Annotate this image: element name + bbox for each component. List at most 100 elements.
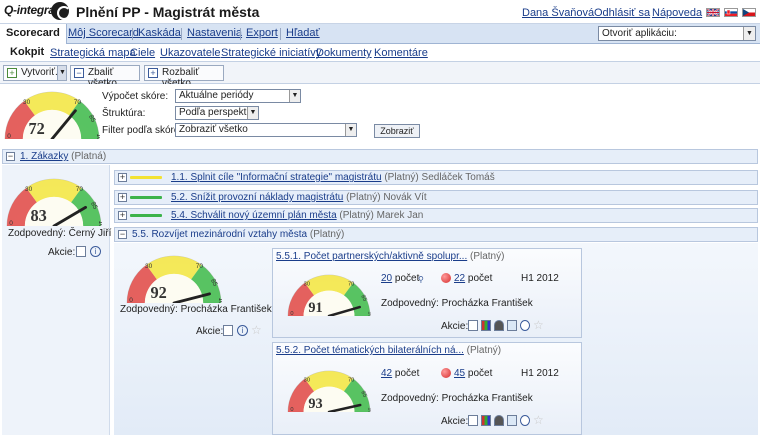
info-icon[interactable]: i [90,246,101,257]
window-icon[interactable] [507,414,517,426]
gauge-tick-label: 100 [367,407,371,412]
gauge-tick-label: 70 [348,281,354,287]
flag-cz-icon[interactable] [742,8,756,17]
expanded-objective-line: 5.5. Rozvíjet mezinárodní vztahy města (… [132,229,345,240]
helmet-icon[interactable] [494,319,504,331]
collapse-all-button[interactable]: − Zbaliť všetko [70,65,140,89]
kpi-actions-label: Akcie: [441,321,469,332]
subtab-cockpit[interactable]: Kokpit [10,46,44,58]
kpi-link[interactable]: 5.5.2. Počet tématických bilaterálních n… [276,345,464,356]
open-app-select[interactable]: Otvoriť aplikáciu: [598,26,756,41]
collapse-icon[interactable]: − [6,152,15,161]
create-dropdown-button[interactable]: ▼ [57,65,67,81]
gauge-tick-label: 30 [25,186,33,193]
gauge-value: 83 [30,206,46,225]
chart-icon[interactable] [481,414,491,426]
objective-line: 1.1. Splnit cíle "Informační strategie" … [171,172,495,183]
gauge-tick-label: 0 [290,407,293,412]
create-button[interactable]: + Vytvoriť... [3,65,65,81]
gauge-value: 91 [308,300,322,316]
expanded-objective-link[interactable]: 5.5. Rozvíjet mezinárodní vztahy města [132,229,307,240]
star-icon[interactable]: ☆ [533,319,544,331]
edit-icon[interactable] [223,325,233,336]
window-icon[interactable] [507,319,517,331]
expand-all-button[interactable]: + Rozbaliť všetko [144,65,224,89]
flag-en-icon[interactable] [706,8,720,17]
kpi-owner: Zodpovedný: Procházka František [381,393,533,404]
edit-icon[interactable] [468,414,478,426]
tab-settings[interactable]: Nastavenia [187,27,242,39]
gauge-tick-label: 30 [23,99,31,106]
edit-icon[interactable] [468,319,478,331]
helmet-icon[interactable] [494,414,504,426]
info-icon[interactable] [520,414,530,426]
subtab-documents[interactable]: Dokumenty [316,47,372,59]
objective-link[interactable]: 1.1. Splnit cíle "Informační strategie" … [171,172,382,183]
chevron-down-icon: ▼ [345,124,356,136]
kpi-actions-label: Akcie: [441,416,469,427]
subtab-comments[interactable]: Komentáre [374,47,428,59]
gauge-value: 72 [28,119,44,138]
gauge-tick-label: 100 [95,134,100,139]
flag-sk-icon[interactable] [724,8,738,17]
structure-select[interactable]: Podľa perspektív ▼ [175,106,259,120]
gauge-value: 93 [308,396,322,412]
star-icon[interactable]: ☆ [251,323,262,337]
objective-line: 5.2. Snížit provozní náklady magistrátu … [171,192,427,203]
toolbar: + Vytvoriť... ▼ − Zbaliť všetko + Rozbal… [0,62,760,89]
objective-line: 5.4. Schválit nový územní plán města (Pl… [171,210,424,221]
tab-export[interactable]: Export [246,27,278,39]
chevron-down-icon: ▼ [289,90,300,102]
kpi-score-gauge: 030708510093 [287,370,371,412]
overall-score-gauge: 030708510072 [4,91,100,139]
expand-icon[interactable]: + [118,193,127,202]
score-filter-label: Filter podľa skóre: [102,125,183,136]
chart-icon[interactable] [481,319,491,331]
kpi-owner: Zodpovedný: Procházka František [381,298,533,309]
logo-mark-icon [51,2,71,20]
info-icon[interactable] [520,319,530,331]
key-icon: ⚲ [418,275,424,284]
kpi-link[interactable]: 5.5.1. Počet partnerských/aktivně spolup… [276,251,467,262]
red-status-icon [441,273,451,283]
objective-link[interactable]: 5.4. Schválit nový územní plán města [171,210,337,221]
chevron-down-icon: ▼ [247,107,258,119]
objective-score-gauge: 030708510092 [126,255,222,303]
tab-cascade[interactable]: Kaskáda [138,27,181,39]
subtab-goals[interactable]: Ciele [130,47,155,59]
gauge-tick-label: 70 [196,263,204,270]
subtab-strategy-map[interactable]: Strategická mapa [50,47,136,59]
chevron-down-icon: ▼ [59,69,66,76]
page-title: Plnění PP - Magistrát města [76,4,260,20]
objective-link[interactable]: 5.2. Snížit provozní náklady magistrátu [171,192,343,203]
tab-search[interactable]: Hľadať [286,27,320,39]
help-link[interactable]: Nápoveda [652,7,702,19]
star-icon[interactable]: ☆ [533,414,544,426]
score-calc-select[interactable]: Aktuálne periódy ▼ [175,89,301,103]
user-link[interactable]: Dana Švaňová [522,7,594,19]
info-icon[interactable]: i [237,325,248,336]
edit-icon[interactable] [76,246,86,257]
perspective-title-line: 1. Zákazky (Platná) [20,151,107,162]
show-button[interactable]: Zobraziť [374,124,420,138]
gauge-tick-label: 30 [145,263,153,270]
minus-box-icon: − [74,68,84,78]
expand-icon[interactable]: + [118,173,127,182]
tab-scorecard[interactable]: Scorecard [0,24,67,44]
kpi-period: H1 2012 [521,368,559,379]
objective-actions-label: Akcie: [196,326,224,337]
tab-my-scorecard[interactable]: Môj Scorecard [68,27,139,39]
score-filter-select[interactable]: Zobraziť všetko ▼ [175,123,357,137]
collapse-icon[interactable]: − [118,230,127,239]
plus-box-icon: + [148,68,158,78]
gauge-tick-label: 70 [76,186,84,193]
subtab-indicators[interactable]: Ukazovatele [160,47,221,59]
logout-link[interactable]: Odhlásiť sa [594,7,650,19]
expand-icon[interactable]: + [118,211,127,220]
chevron-down-icon[interactable]: ▼ [743,27,755,40]
kpi-title-line: 5.5.2. Počet tématických bilaterálních n… [276,345,502,356]
gauge-tick-label: 0 [129,297,133,303]
gauge-tick-label: 0 [7,133,11,139]
subtab-initiatives[interactable]: Strategické iniciatívy [221,47,321,59]
perspective-link[interactable]: 1. Zákazky [20,151,68,162]
